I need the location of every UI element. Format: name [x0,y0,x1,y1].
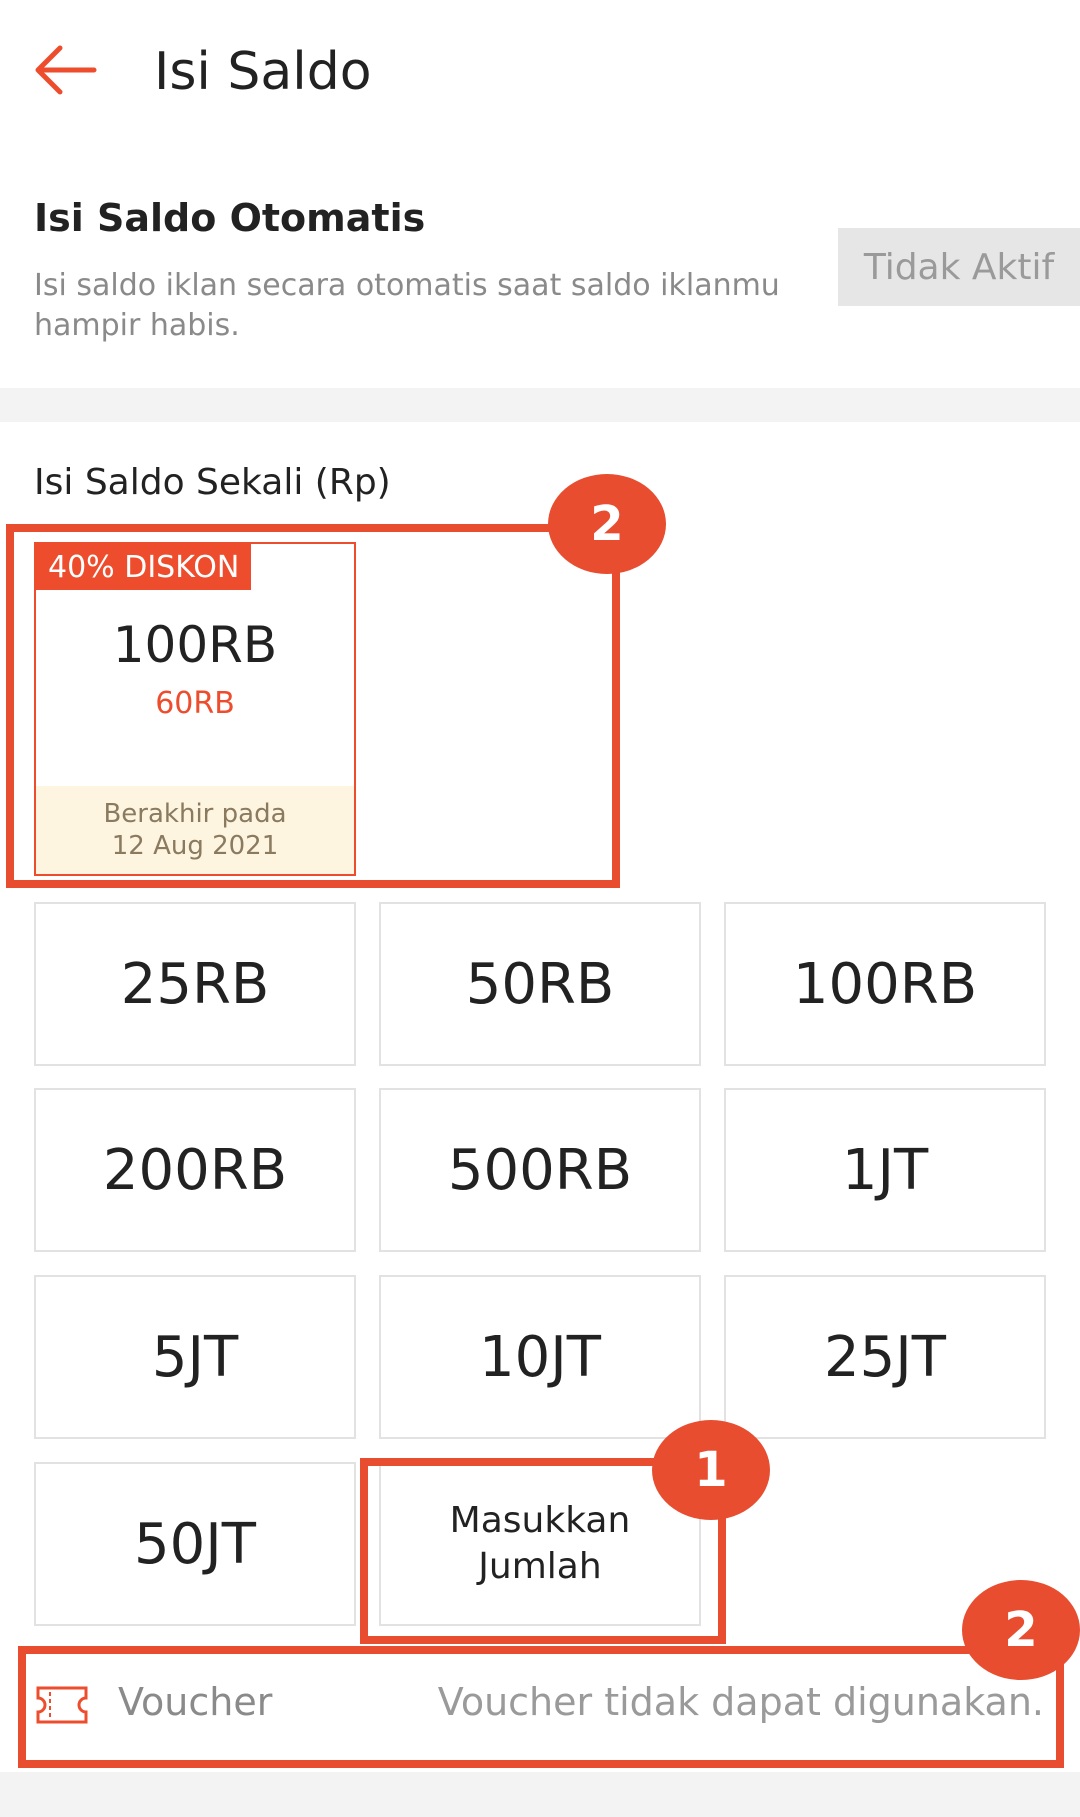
discount-badge: 40% DISKON [36,544,252,590]
amount-button-25jt[interactable]: 25JT [724,1275,1046,1439]
auto-topup-description: Isi saldo iklan secara otomatis saat sal… [34,268,780,343]
back-button[interactable] [30,38,104,102]
amount-button-1jt[interactable]: 1JT [724,1088,1046,1252]
section-divider [0,388,1080,422]
page: Isi Saldo Isi Saldo Otomatis Isi saldo i… [0,0,1080,1817]
auto-topup-toggle-button[interactable]: Tidak Aktif [838,228,1080,306]
promo-amount-card[interactable]: 40% DISKON 100RB 60RB Berakhir pada 12 A… [34,542,356,876]
amount-button-25rb[interactable]: 25RB [34,902,356,1066]
amount-button-500rb[interactable]: 500RB [379,1088,701,1252]
amount-button-200rb[interactable]: 200RB [34,1088,356,1252]
annotation-badge-2-promo: 2 [548,474,666,574]
amount-button-5jt[interactable]: 5JT [34,1275,356,1439]
voucher-ticket-icon [36,1686,88,1724]
promo-expiry: Berakhir pada 12 Aug 2021 [36,786,354,874]
custom-amount-button[interactable]: Masukkan Jumlah [379,1462,701,1626]
voucher-label: Voucher [118,1680,273,1724]
bottom-divider [0,1772,1080,1817]
custom-amount-label-line2: Jumlah [478,1546,602,1587]
voucher-status: Voucher tidak dapat digunakan. [437,1680,1044,1724]
amount-button-50rb[interactable]: 50RB [379,902,701,1066]
custom-amount-label-line1: Masukkan [449,1500,631,1541]
one-time-topup-label: Isi Saldo Sekali (Rp) [34,462,391,503]
amount-button-100rb[interactable]: 100RB [724,902,1046,1066]
promo-amount: 100RB [112,616,278,674]
auto-topup-title: Isi Saldo Otomatis [34,196,426,240]
voucher-row[interactable]: Voucher Voucher tidak dapat digunakan. [22,1650,1058,1762]
promo-price: 60RB [155,686,235,721]
annotation-badge-1: 1 [652,1420,770,1520]
annotation-badge-2-voucher: 2 [962,1580,1080,1680]
page-title: Isi Saldo [154,42,372,102]
amount-button-50jt[interactable]: 50JT [34,1462,356,1626]
promo-expiry-date: 12 Aug 2021 [111,831,279,861]
arrow-left-icon [35,45,97,95]
promo-expiry-label: Berakhir pada [103,799,287,829]
amount-button-10jt[interactable]: 10JT [379,1275,701,1439]
